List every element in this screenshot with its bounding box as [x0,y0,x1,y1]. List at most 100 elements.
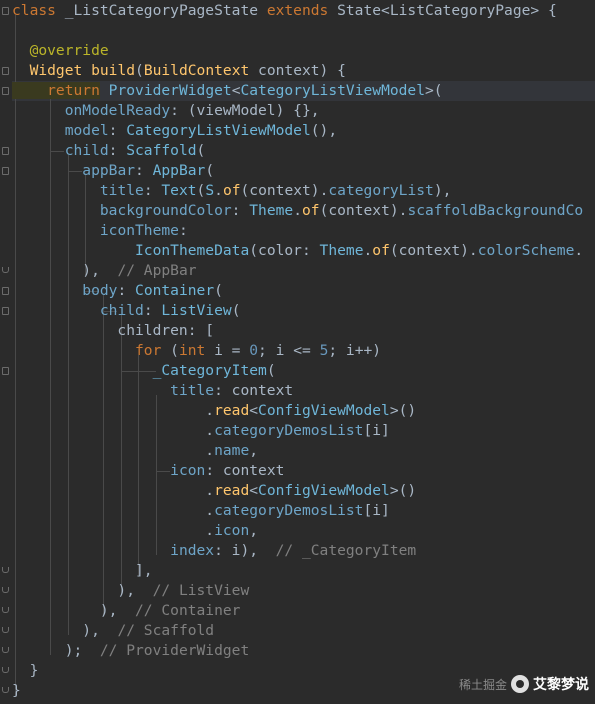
code-token: , [249,522,259,539]
code-token: name [214,442,250,459]
code-token: build [91,62,136,79]
watermark-logo-icon [511,675,529,693]
code-line[interactable]: class _ListCategoryPageState extends Sta… [12,1,557,21]
fold-start-icon[interactable] [2,7,9,15]
code-token: appBar [82,162,136,179]
code-token: categoryDemosList [214,502,364,519]
code-token: ), [12,262,118,279]
code-line[interactable]: child: ListView( [12,301,241,321]
fold-start-icon[interactable] [2,307,9,315]
code-line[interactable]: ], [12,561,153,581]
code-line[interactable]: .read<ConfigViewModel>() [12,401,416,421]
code-line[interactable]: for (int i = 0; i <= 5; i++) [12,341,381,361]
code-token: . [214,182,223,199]
code-line[interactable]: .name, [12,441,258,461]
fold-start-icon[interactable] [2,67,9,75]
code-line[interactable]: index: i), // _CategoryItem [12,541,416,561]
code-line[interactable]: appBar: AppBar( [12,161,214,181]
code-token: ); [12,642,100,659]
fold-start-icon[interactable] [2,367,9,375]
fold-gutter[interactable] [0,0,12,704]
code-line[interactable]: backgroundColor: Theme.of(context).scaff… [12,201,583,221]
code-line[interactable]: title: context [12,381,293,401]
code-token: Widget [12,62,83,79]
code-token: ConfigViewModel [258,402,390,419]
code-line[interactable]: iconTheme: [12,221,188,241]
code-token: IconThemeData [135,242,250,259]
code-line[interactable]: model: CategoryListViewModel(), [12,121,337,141]
code-token: index [170,542,215,559]
code-token: 0 [249,342,259,359]
code-line[interactable]: ), // Container [12,601,241,621]
fold-end-icon[interactable] [2,627,9,633]
code-token: int [178,342,206,359]
fold-start-icon[interactable] [2,147,9,155]
code-token: : [108,142,127,159]
fold-end-icon[interactable] [2,567,9,573]
fold-end-icon[interactable] [2,587,9,593]
code-token: (context). [389,242,478,259]
code-token: : [178,222,188,239]
code-token: ( [196,142,206,159]
code-token: >( [425,82,443,99]
code-token: // _CategoryItem [275,542,417,559]
code-line[interactable]: ), // ListView [12,581,249,601]
watermark: 稀土掘金 艾黎梦说 [459,672,589,696]
code-token: < [249,402,259,419]
code-token: State<ListCategoryPage> { [328,2,557,19]
fold-start-icon[interactable] [2,287,9,295]
code-token: . [12,522,215,539]
code-line[interactable]: .categoryDemosList[i] [12,421,390,441]
fold-end-icon[interactable] [2,267,9,273]
code-line[interactable]: _CategoryItem( [12,361,276,381]
code-token: AppBar [152,162,206,179]
code-line[interactable]: title: Text(S.of(context).categoryList), [12,181,452,201]
code-token: // Scaffold [117,622,215,639]
fold-end-icon[interactable] [2,687,9,693]
code-token: title [99,182,144,199]
code-line[interactable]: ), // AppBar [12,261,197,281]
code-token: : context [205,462,285,479]
code-line[interactable]: .categoryDemosList[i] [12,501,390,521]
code-editor[interactable]: class _ListCategoryPageState extends Sta… [0,0,595,704]
code-line[interactable]: children: [ [12,321,214,341]
code-line[interactable]: ), // Scaffold [12,621,214,641]
code-token: // AppBar [117,262,197,279]
code-token: : i), [214,542,276,559]
code-line[interactable]: Widget build(BuildContext context) { [12,61,346,81]
fold-end-icon[interactable] [2,607,9,613]
code-line[interactable]: child: Scaffold( [12,141,206,161]
code-token: _ListCategoryPageState [55,2,267,19]
fold-end-icon[interactable] [2,647,9,653]
code-line[interactable]: .read<ConfigViewModel>() [12,481,416,501]
code-line[interactable]: .icon, [12,521,258,541]
code-line[interactable]: body: Container( [12,281,223,301]
code-line[interactable]: } [12,661,39,681]
code-token: : context [214,382,294,399]
code-line[interactable]: IconThemeData(color: Theme.of(context).c… [12,241,583,261]
code-line[interactable]: icon: context [12,461,284,481]
code-line[interactable]: onModelReady: (viewModel) {}, [12,101,320,121]
code-token: CategoryListViewModel [126,122,311,139]
code-line[interactable]: return ProviderWidget<CategoryListViewMo… [12,81,443,101]
code-token: ], [12,562,153,579]
code-token: of [222,182,241,199]
code-token: model [64,122,109,139]
code-token: . [12,482,215,499]
fold-end-icon[interactable] [2,667,9,673]
code-token: , [249,442,259,459]
fold-start-icon[interactable] [2,87,9,95]
code-line[interactable]: ); // ProviderWidget [12,641,250,661]
code-line[interactable]: } [12,681,21,701]
code-token: [i] [363,502,390,519]
fold-start-icon[interactable] [2,167,9,175]
code-line[interactable]: @override [12,41,109,61]
code-token: title [170,382,215,399]
code-token: >() [389,402,417,419]
